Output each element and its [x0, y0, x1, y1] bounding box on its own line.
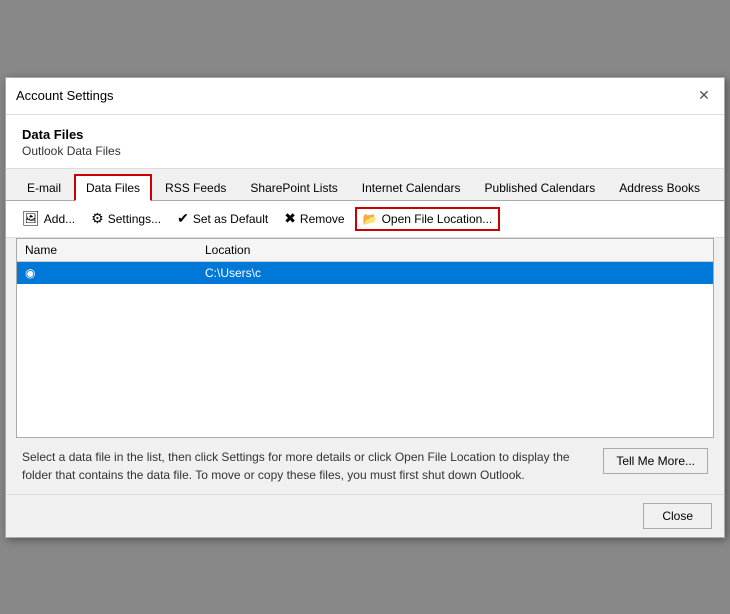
- toolbar: 🖼 Add... ⚙ Settings... ✔ Set as Default …: [6, 201, 724, 238]
- name-cell: ◉: [25, 266, 205, 280]
- account-settings-dialog: Account Settings ✕ Data Files Outlook Da…: [5, 77, 725, 538]
- close-title-button[interactable]: ✕: [694, 86, 714, 106]
- set-default-button[interactable]: ✔ Set as Default: [171, 207, 274, 230]
- tab-datafiles[interactable]: Data Files: [74, 174, 152, 201]
- tabs-bar: E-mail Data Files RSS Feeds SharePoint L…: [6, 169, 724, 201]
- open-file-label: Open File Location...: [382, 212, 493, 226]
- tab-rssfeeds[interactable]: RSS Feeds: [154, 175, 237, 201]
- settings-icon: ⚙: [91, 210, 104, 227]
- section-title: Data Files: [22, 127, 708, 142]
- table-empty-space: [17, 284, 713, 434]
- remove-button[interactable]: ✖ Remove: [278, 207, 350, 230]
- tab-publishedcalendars[interactable]: Published Calendars: [474, 175, 607, 201]
- settings-label: Settings...: [108, 212, 161, 226]
- dialog-footer: Close: [6, 494, 724, 537]
- set-default-label: Set as Default: [193, 212, 268, 226]
- remove-label: Remove: [300, 212, 345, 226]
- tab-addressbooks[interactable]: Address Books: [608, 175, 711, 201]
- table-header: Name Location: [17, 239, 713, 262]
- table-row[interactable]: ◉ C:\Users\c: [17, 262, 713, 284]
- checkmark-icon: ✔: [177, 210, 189, 227]
- tell-me-more-button[interactable]: Tell Me More...: [603, 448, 708, 474]
- dialog-title: Account Settings: [16, 88, 114, 103]
- tab-internetcalendars[interactable]: Internet Calendars: [351, 175, 472, 201]
- row-location: C:\Users\c: [205, 266, 705, 280]
- close-dialog-button[interactable]: Close: [643, 503, 712, 529]
- col-header-name: Name: [25, 243, 205, 257]
- folder-icon: 📂: [363, 212, 378, 226]
- row-file-icon: ◉: [25, 266, 35, 280]
- col-header-location: Location: [205, 243, 705, 257]
- add-label: Add...: [44, 212, 75, 226]
- files-table: Name Location ◉ C:\Users\c: [16, 238, 714, 438]
- section-subtitle: Outlook Data Files: [22, 144, 708, 158]
- title-bar: Account Settings ✕: [6, 78, 724, 115]
- remove-icon: ✖: [284, 210, 296, 227]
- add-button[interactable]: 🖼 Add...: [16, 207, 81, 230]
- header-section: Data Files Outlook Data Files: [6, 115, 724, 169]
- settings-button[interactable]: ⚙ Settings...: [85, 207, 167, 230]
- tab-sharepointlists[interactable]: SharePoint Lists: [239, 175, 348, 201]
- footer-info: Select a data file in the list, then cli…: [6, 438, 724, 494]
- open-file-location-button[interactable]: 📂 Open File Location...: [355, 207, 501, 231]
- tab-email[interactable]: E-mail: [16, 175, 72, 201]
- add-icon: 🖼: [22, 210, 40, 227]
- footer-text: Select a data file in the list, then cli…: [22, 448, 593, 484]
